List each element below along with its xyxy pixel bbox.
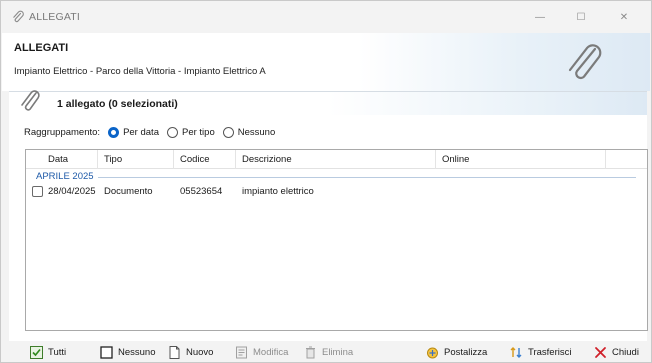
- cell-codice: 05523654: [180, 186, 223, 197]
- close-label: Chiudi: [612, 346, 639, 358]
- transfer-icon: [510, 346, 523, 359]
- cell-descrizione: impianto elettrico: [242, 186, 314, 197]
- edit-button[interactable]: Modifica: [235, 345, 288, 359]
- paperclip-icon: [565, 43, 607, 86]
- transfer-button[interactable]: Trasferisci: [510, 345, 571, 359]
- attachments-panel: 1 allegato (0 selezionati) Raggruppament…: [9, 89, 648, 341]
- attachments-list[interactable]: Data Tipo Codice Descrizione Online APRI…: [25, 149, 648, 331]
- radio-button[interactable]: [166, 126, 178, 138]
- cell-tipo: Documento: [104, 186, 153, 197]
- new-button[interactable]: Nuovo: [168, 345, 213, 359]
- paperclip-icon: [19, 89, 43, 118]
- select-all-button[interactable]: Tutti: [30, 345, 66, 359]
- minimize-button[interactable]: —: [520, 1, 560, 33]
- table-row[interactable]: 28/04/2025 Documento 05523654 impianto e…: [26, 184, 647, 200]
- select-none-button[interactable]: Nessuno: [100, 345, 156, 359]
- attachments-window: ALLEGATI — ☐ ✕ ALLEGATI Impianto Elettri…: [0, 0, 652, 363]
- close-icon: [594, 346, 607, 359]
- postalize-button[interactable]: Postalizza: [426, 345, 487, 359]
- edit-document-icon: [235, 346, 248, 359]
- delete-label: Elimina: [322, 346, 354, 358]
- radio-label: Per tipo: [181, 126, 215, 138]
- column-header-codice[interactable]: Codice: [174, 150, 236, 169]
- column-header-tipo[interactable]: Tipo: [98, 150, 174, 169]
- grouping-label: Raggruppamento:: [24, 126, 101, 138]
- column-header-online[interactable]: Online: [436, 150, 606, 169]
- postalize-label: Postalizza: [444, 346, 488, 358]
- window-title: ALLEGATI: [29, 11, 81, 23]
- close-button[interactable]: Chiudi: [594, 345, 639, 359]
- row-checkbox[interactable]: [32, 186, 43, 197]
- select-none-label: Nessuno: [118, 346, 156, 358]
- attachment-count: 1 allegato (0 selezionati): [57, 98, 178, 110]
- delete-button[interactable]: Elimina: [304, 345, 353, 359]
- panel-header: 1 allegato (0 selezionati): [9, 89, 647, 118]
- empty-checkbox-icon: [100, 345, 113, 359]
- trash-icon: [304, 346, 317, 359]
- radio-per-data[interactable]: Per data: [108, 126, 159, 138]
- postalize-icon: [426, 346, 439, 359]
- group-divider: [98, 177, 636, 178]
- group-header[interactable]: APRILE 2025: [36, 170, 94, 183]
- new-label: Nuovo: [186, 346, 214, 358]
- radio-button[interactable]: [108, 126, 120, 138]
- select-all-label: Tutti: [48, 346, 67, 358]
- column-header-descrizione[interactable]: Descrizione: [236, 150, 436, 169]
- paperclip-icon: [11, 10, 25, 24]
- list-header: Data Tipo Codice Descrizione Online: [26, 150, 647, 169]
- check-all-icon: [30, 345, 43, 359]
- radio-per-tipo[interactable]: Per tipo: [166, 126, 215, 138]
- column-header-data[interactable]: Data: [42, 150, 98, 169]
- radio-label: Nessuno: [237, 126, 276, 138]
- title-bar: ALLEGATI — ☐ ✕: [1, 1, 651, 33]
- maximize-icon: ☐: [576, 11, 586, 23]
- header-banner: ALLEGATI Impianto Elettrico - Parco dell…: [2, 33, 650, 91]
- maximize-button[interactable]: ☐: [561, 1, 601, 33]
- header-subtitle: Impianto Elettrico - Parco della Vittori…: [14, 66, 266, 77]
- close-icon: ✕: [619, 11, 629, 23]
- radio-nessuno[interactable]: Nessuno: [222, 126, 276, 138]
- close-window-button[interactable]: ✕: [604, 1, 644, 33]
- bottom-toolbar: Tutti Nessuno Nuovo Modifica Elimina Pos…: [2, 341, 650, 363]
- edit-label: Modifica: [253, 346, 289, 358]
- header-title: ALLEGATI: [14, 42, 69, 54]
- radio-button[interactable]: [222, 126, 234, 138]
- grouping-options: Raggruppamento: Per data Per tipo Nessun…: [24, 125, 283, 139]
- minimize-icon: —: [535, 11, 545, 23]
- radio-label: Per data: [123, 126, 159, 138]
- cell-data: 28/04/2025: [48, 186, 96, 197]
- transfer-label: Trasferisci: [528, 346, 572, 358]
- new-document-icon: [168, 345, 181, 359]
